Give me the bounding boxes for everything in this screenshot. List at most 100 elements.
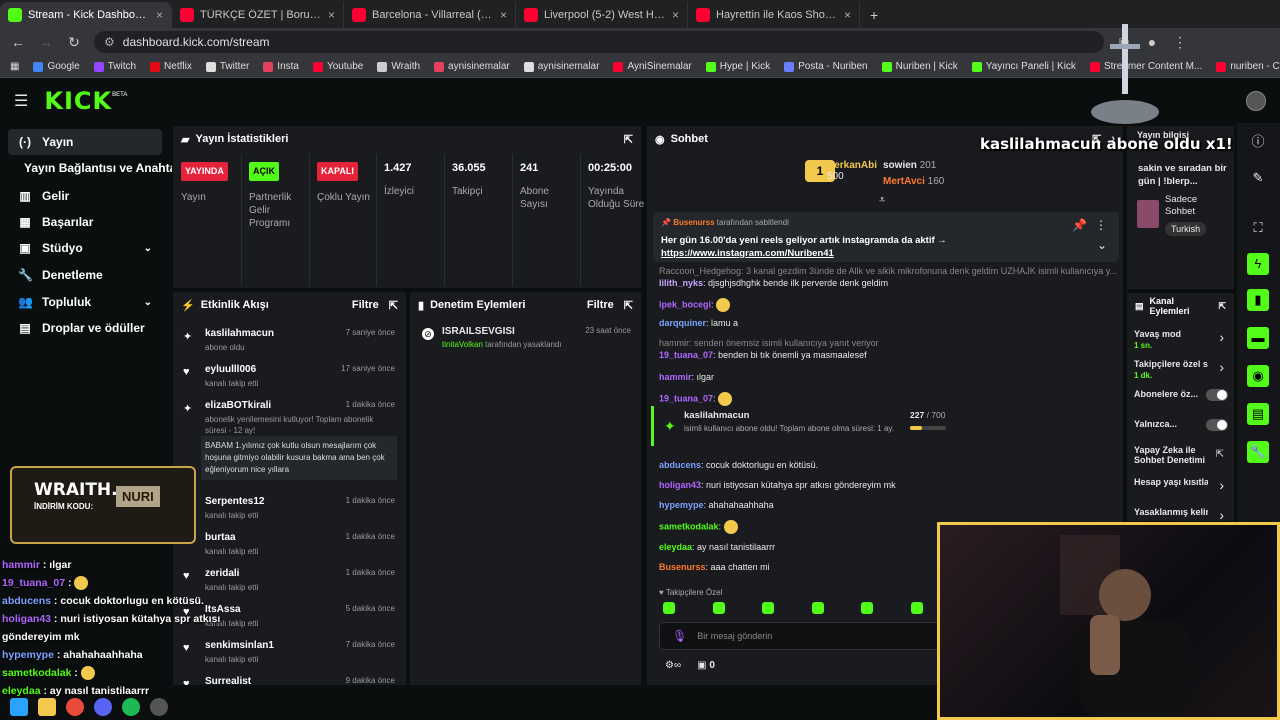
chat-username[interactable]: darqquiner — [659, 318, 706, 328]
sidebar-item[interactable]: Yayın Bağlantısı ve Anahtarı — [8, 155, 184, 181]
close-icon[interactable]: × — [844, 8, 851, 22]
discord-icon[interactable] — [94, 698, 112, 716]
chat-username[interactable]: holigan43 — [659, 480, 701, 490]
sidebar-item[interactable]: (·) Yayın — [8, 129, 162, 155]
bookmark-item[interactable]: Twitter — [205, 61, 249, 72]
chevron-right-icon[interactable]: › — [1219, 477, 1224, 493]
store-icon[interactable]: ▣ — [697, 660, 706, 671]
chevron-down-icon[interactable]: ⌄ — [1097, 238, 1107, 252]
popout-icon[interactable]: ⇱ — [624, 299, 633, 312]
event-user[interactable]: Serpentes12 — [205, 496, 264, 507]
emote-icon[interactable] — [762, 602, 775, 614]
gifter-3[interactable]: MertAvci — [883, 176, 925, 187]
language-tag[interactable]: Turkish — [1165, 222, 1207, 236]
collapse-icon[interactable]: ⩡ — [879, 194, 885, 207]
channel-action[interactable]: Yapay Zeka ile Sohbet Denetimi ⇱ — [1134, 445, 1230, 471]
bookmark-item[interactable]: Nuriben | Kick — [881, 61, 958, 72]
info-icon[interactable]: ⓘ — [1247, 131, 1269, 153]
bookmark-item[interactable]: Netflix — [150, 61, 192, 72]
chat-username[interactable]: 19_tuana_07 — [659, 393, 713, 403]
mic-icon[interactable]: 🎙 — [672, 629, 687, 643]
moderator-name[interactable]: tinitaVolkan — [442, 340, 483, 349]
close-icon[interactable]: × — [156, 8, 163, 22]
url-bar[interactable]: ⚙ dashboard.kick.com/stream — [94, 31, 1104, 53]
chat-username[interactable]: eleydaa — [659, 542, 692, 552]
external-link-icon[interactable]: ⇱ — [1216, 449, 1224, 460]
channel-action[interactable]: Yasaklanmış kelin › — [1134, 507, 1230, 521]
user-avatar[interactable] — [1246, 91, 1266, 111]
banned-user[interactable]: ISRAILSEVGISI — [442, 326, 515, 337]
browser-tab[interactable]: Liverpool (5-2) West Ham | 28. × — [516, 2, 688, 28]
apps-icon[interactable]: ▦ — [10, 61, 19, 72]
bookmark-item[interactable]: Youtube — [312, 61, 363, 72]
bookmark-item[interactable]: Twitch — [93, 61, 136, 72]
bookmark-item[interactable]: Hype | Kick — [705, 61, 770, 72]
folder-icon[interactable] — [38, 698, 56, 716]
popout-icon[interactable]: ⇱ — [1218, 301, 1226, 311]
sidebar-item[interactable]: 👥 Topluluk ⌄ — [8, 289, 162, 315]
browser-tab[interactable]: Barcelona - Villarreal (4-1) - Ma × — [344, 2, 516, 28]
pinned-link[interactable]: https://www.instagram.com/Nuriben41 — [661, 248, 834, 259]
chat-username[interactable]: sametkodalak — [659, 521, 719, 531]
emote-icon[interactable] — [811, 602, 824, 614]
event-user[interactable]: eyluulll006 — [205, 364, 256, 375]
fullscreen-icon[interactable]: ⛶ — [1247, 217, 1269, 239]
channel-action[interactable]: Hesap yaşı kısıtla › — [1134, 477, 1230, 503]
wrench-icon[interactable]: 🔧 — [1247, 441, 1269, 463]
channel-action[interactable]: Abonelere öz... — [1134, 389, 1230, 415]
hamburger-icon[interactable]: ☰ — [14, 91, 28, 111]
chat-username[interactable]: hammir — [659, 372, 692, 382]
chevron-right-icon[interactable]: › — [1219, 329, 1224, 345]
list-icon[interactable]: ▤ — [1247, 403, 1269, 425]
bookmark-item[interactable]: nuriben - Channe... — [1216, 61, 1280, 72]
gifter-2[interactable]: sowien — [883, 160, 917, 171]
event-user[interactable]: burtaa — [205, 532, 236, 543]
chevron-right-icon[interactable]: › — [1219, 507, 1224, 521]
bookmark-item[interactable]: aynisinemalar — [434, 61, 510, 72]
sub-user[interactable]: kaslilahmacun — [684, 410, 749, 421]
popout-icon[interactable]: ⇱ — [389, 299, 398, 312]
bookmark-item[interactable]: Posta - Nuriben — [784, 61, 868, 72]
file-icon[interactable]: ▮ — [1247, 289, 1269, 311]
new-tab-button[interactable]: + — [860, 7, 888, 28]
chevron-down-icon[interactable]: ⌄ — [144, 297, 152, 308]
more-icon[interactable]: ⋮ — [1095, 218, 1107, 232]
toggle-switch[interactable] — [1206, 419, 1228, 431]
moderation-filter[interactable]: Filtre — [587, 299, 614, 311]
bolt-icon[interactable]: ϟ — [1247, 253, 1269, 275]
browser-tab[interactable]: Hayrettin ile Kaos Show - 2.Sez × — [688, 2, 860, 28]
channel-action[interactable]: Yavaş mod 1 sn. › — [1134, 329, 1230, 355]
event-user[interactable]: kaslilahmacun — [205, 328, 274, 339]
bookmark-item[interactable]: Wraith — [377, 61, 420, 72]
event-user[interactable]: elizaBOTkirali — [205, 400, 271, 411]
gifter-1[interactable]: BerkanAbi — [827, 160, 877, 171]
chat-username[interactable]: lilith_nyks — [659, 278, 703, 288]
chat-username[interactable]: abducens — [659, 460, 701, 470]
forward-icon[interactable]: → — [38, 34, 54, 50]
chat-username[interactable]: Busenurss — [659, 562, 706, 572]
chat-username[interactable]: hypemype — [659, 500, 704, 510]
pinned-by[interactable]: Busenurss — [673, 218, 714, 227]
emote-icon[interactable] — [712, 602, 725, 614]
bookmark-item[interactable]: Yayıncı Paneli | Kick — [971, 61, 1076, 72]
channel-action[interactable]: Takipçilere özel s 1 dk. › — [1134, 359, 1230, 385]
chevron-down-icon[interactable]: ⌄ — [144, 243, 152, 254]
edit-icon[interactable]: ✎ — [1247, 167, 1269, 189]
sidebar-item[interactable]: ▤ Droplar ve ödüller — [8, 315, 162, 341]
channel-action[interactable]: Yalnızca... — [1134, 419, 1230, 445]
sidebar-item[interactable]: ▣ Stüdyo ⌄ — [8, 235, 162, 261]
emote-icon[interactable] — [910, 602, 923, 614]
bookmark-item[interactable]: aynisinemalar — [523, 61, 599, 72]
popout-icon[interactable]: ⇱ — [624, 133, 633, 146]
chat-username[interactable]: 19_tuana_07 — [659, 350, 713, 360]
chat-username[interactable]: ipek_bocegi — [659, 299, 711, 309]
browser-tab[interactable]: TÜRKÇE ÖZET | Borussia Dortm × — [172, 2, 344, 28]
spotify-icon[interactable] — [122, 698, 140, 716]
chrome-icon[interactable] — [66, 698, 84, 716]
reload-icon[interactable]: ↻ — [66, 34, 82, 51]
app-icon[interactable] — [150, 698, 168, 716]
chevron-right-icon[interactable]: › — [1219, 359, 1224, 375]
bookmark-item[interactable]: Google — [33, 61, 80, 72]
bookmark-item[interactable]: Insta — [263, 61, 299, 72]
emote-icon[interactable] — [663, 602, 675, 614]
